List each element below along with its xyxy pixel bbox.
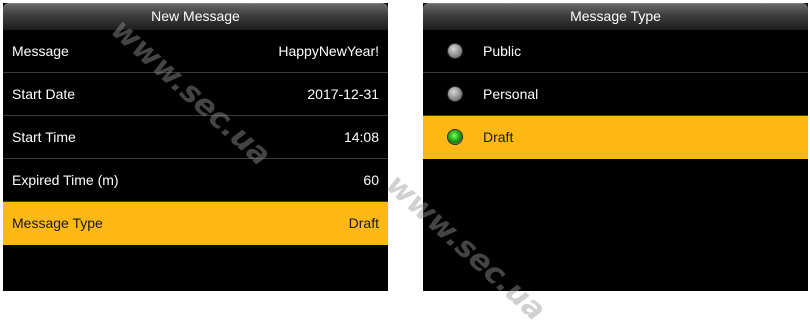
start-date-row[interactable]: Start Date 2017-12-31: [3, 73, 388, 116]
screen-title: New Message: [3, 3, 388, 30]
option-draft[interactable]: Draft: [423, 116, 808, 159]
expired-time-row[interactable]: Expired Time (m) 60: [3, 159, 388, 202]
message-row[interactable]: Message HappyNewYear!: [3, 30, 388, 73]
message-type-row[interactable]: Message Type Draft: [3, 202, 388, 245]
row-label: Message: [12, 43, 69, 59]
option-public[interactable]: Public: [423, 30, 808, 73]
radio-unchecked-icon[interactable]: [448, 87, 462, 101]
row-label: Start Time: [12, 129, 76, 145]
row-label: Start Date: [12, 86, 76, 102]
row-value: Draft: [348, 215, 379, 231]
option-label: Personal: [483, 86, 539, 102]
radio-unchecked-icon[interactable]: [448, 44, 462, 58]
radio-checked-icon[interactable]: [448, 130, 462, 144]
row-label: Message Type: [12, 215, 103, 231]
new-message-screen: New Message Message HappyNewYear! Start …: [3, 3, 388, 291]
start-time-row[interactable]: Start Time 14:08: [3, 116, 388, 159]
screen-title: Message Type: [423, 3, 808, 30]
row-value: 2017-12-31: [307, 86, 379, 102]
option-label: Public: [483, 43, 522, 59]
row-value: HappyNewYear!: [278, 43, 379, 59]
option-label: Draft: [483, 129, 514, 145]
row-label: Expired Time (m): [12, 172, 119, 188]
message-type-screen: Message Type Public Personal Draft: [423, 3, 808, 291]
row-value: 14:08: [343, 129, 379, 145]
option-personal[interactable]: Personal: [423, 73, 808, 116]
row-value: 60: [363, 172, 379, 188]
